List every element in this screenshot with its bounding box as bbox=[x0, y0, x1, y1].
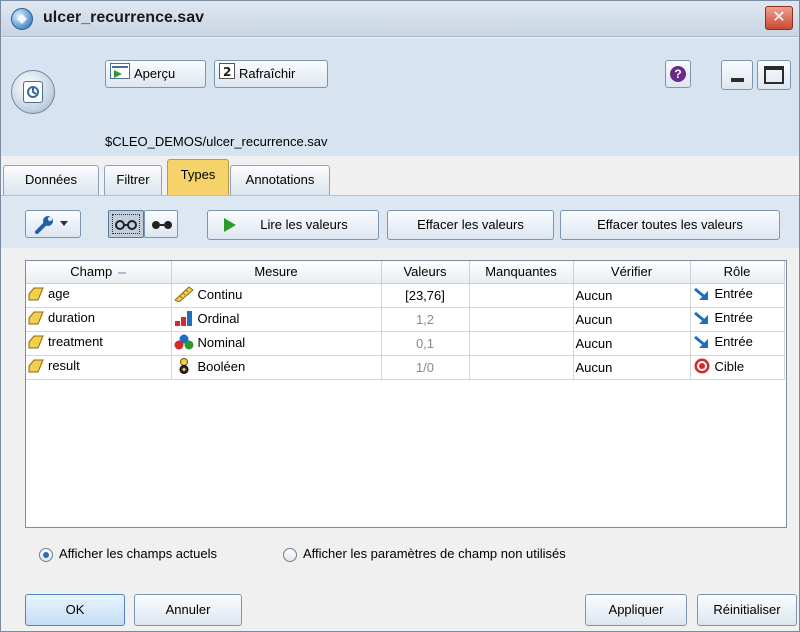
clear-values-button[interactable]: Effacer les valeurs bbox=[387, 210, 554, 240]
values-cell[interactable]: 1/0 bbox=[381, 355, 470, 380]
reset-button[interactable]: Réinitialiser bbox=[697, 594, 797, 626]
nominal-circles-icon bbox=[174, 334, 194, 353]
help-icon: ? bbox=[670, 66, 686, 82]
role-cell[interactable]: Entrée bbox=[690, 307, 785, 332]
field-diamond-icon bbox=[28, 359, 44, 376]
field-cell[interactable]: treatment bbox=[26, 331, 172, 356]
role-cell[interactable]: Entrée bbox=[690, 331, 785, 356]
maximize-button[interactable] bbox=[757, 60, 791, 90]
column-header-check[interactable]: Vérifier bbox=[573, 261, 691, 284]
field-cell[interactable]: result bbox=[26, 355, 172, 380]
wrench-icon bbox=[35, 216, 53, 234]
column-header-field[interactable]: Champ bbox=[26, 261, 172, 284]
field-diamond-icon bbox=[28, 335, 44, 352]
table-row[interactable]: treatment Nominal 0,1 Aucun Entrée bbox=[26, 331, 785, 356]
help-button[interactable]: ? bbox=[665, 60, 691, 88]
node-toolbar: Aperçu 2 Rafraîchir ? $CLEO_DEMOS/ulcer_… bbox=[1, 38, 799, 156]
measure-cell[interactable]: Continu bbox=[171, 283, 382, 308]
types-toolbar: Lire les valeurs Effacer les valeurs Eff… bbox=[1, 196, 799, 248]
flag-icon bbox=[174, 357, 194, 377]
field-diamond-icon bbox=[28, 311, 44, 328]
dialog-window: ulcer_recurrence.sav ✕ Aperçu 2 Rafraîch… bbox=[0, 0, 800, 632]
values-cell[interactable]: 1,2 bbox=[381, 307, 470, 332]
ok-button[interactable]: OK bbox=[25, 594, 125, 626]
check-cell[interactable]: Aucun bbox=[573, 307, 691, 332]
show-unused-fields-label: Afficher les paramètres de champ non uti… bbox=[303, 546, 566, 561]
source-node-icon bbox=[11, 8, 33, 30]
play-icon bbox=[224, 218, 236, 232]
show-current-fields-label: Afficher les champs actuels bbox=[59, 546, 217, 561]
preview-label: Aperçu bbox=[134, 66, 176, 81]
tab-data[interactable]: Données bbox=[3, 165, 99, 195]
values-cell[interactable]: 0,1 bbox=[381, 331, 470, 356]
field-cell[interactable]: duration bbox=[26, 307, 172, 332]
window-title: ulcer_recurrence.sav bbox=[43, 9, 204, 26]
refresh-icon: 2 bbox=[219, 62, 235, 88]
column-header-role[interactable]: Rôle bbox=[690, 261, 785, 284]
check-cell[interactable]: Aucun bbox=[573, 355, 691, 380]
show-unused-fields-option[interactable]: Afficher les paramètres de champ non uti… bbox=[283, 546, 566, 562]
cancel-button[interactable]: Annuler bbox=[134, 594, 242, 626]
missing-cell[interactable] bbox=[469, 283, 574, 308]
sort-indicator-icon bbox=[118, 271, 127, 274]
tab-annotations[interactable]: Annotations bbox=[230, 165, 330, 195]
types-panel: Lire les valeurs Effacer les valeurs Eff… bbox=[1, 195, 799, 631]
input-arrow-icon bbox=[693, 335, 711, 352]
refresh-button[interactable]: 2 Rafraîchir bbox=[214, 60, 328, 88]
view-current-fields-toggle[interactable] bbox=[108, 210, 144, 238]
svg-text:2: 2 bbox=[223, 65, 231, 79]
close-button[interactable]: ✕ bbox=[765, 6, 793, 30]
clear-all-values-button[interactable]: Effacer toutes les valeurs bbox=[560, 210, 780, 240]
table-header: Champ Mesure Valeurs Manquantes Vérifier… bbox=[26, 261, 785, 284]
maximize-icon bbox=[764, 66, 784, 84]
file-path: $CLEO_DEMOS/ulcer_recurrence.sav bbox=[105, 134, 328, 149]
types-table[interactable]: Champ Mesure Valeurs Manquantes Vérifier… bbox=[25, 260, 787, 528]
glasses-dark-icon bbox=[152, 221, 172, 229]
preview-icon bbox=[110, 62, 130, 88]
column-header-missing[interactable]: Manquantes bbox=[469, 261, 574, 284]
column-header-measure[interactable]: Mesure bbox=[171, 261, 382, 284]
minimize-button[interactable] bbox=[721, 60, 753, 90]
apply-button[interactable]: Appliquer bbox=[585, 594, 687, 626]
statistics-file-node-icon bbox=[11, 70, 55, 114]
role-cell[interactable]: Cible bbox=[690, 355, 785, 380]
tab-filter[interactable]: Filtrer bbox=[104, 165, 162, 195]
close-icon: ✕ bbox=[772, 9, 786, 26]
missing-cell[interactable] bbox=[469, 331, 574, 356]
input-arrow-icon bbox=[693, 287, 711, 304]
missing-cell[interactable] bbox=[469, 307, 574, 332]
role-cell[interactable]: Entrée bbox=[690, 283, 785, 308]
check-cell[interactable]: Aucun bbox=[573, 331, 691, 356]
measure-cell[interactable]: Nominal bbox=[171, 331, 382, 356]
minimize-icon bbox=[731, 78, 744, 82]
column-header-values[interactable]: Valeurs bbox=[381, 261, 470, 284]
measure-cell[interactable]: Booléen bbox=[171, 355, 382, 380]
table-row[interactable]: result Booléen 1/0 Aucun Cible bbox=[26, 355, 785, 380]
preview-button[interactable]: Aperçu bbox=[105, 60, 206, 88]
measure-cell[interactable]: Ordinal bbox=[171, 307, 382, 332]
read-values-label: Lire les valeurs bbox=[260, 217, 348, 232]
refresh-label: Rafraîchir bbox=[239, 66, 296, 81]
input-arrow-icon bbox=[693, 311, 711, 328]
missing-cell[interactable] bbox=[469, 355, 574, 380]
show-current-fields-option[interactable]: Afficher les champs actuels bbox=[39, 546, 217, 562]
values-cell[interactable]: [23,76] bbox=[381, 283, 470, 308]
read-values-button[interactable]: Lire les valeurs bbox=[207, 210, 379, 240]
view-unused-fields-toggle[interactable] bbox=[144, 210, 178, 238]
ruler-icon bbox=[173, 285, 194, 305]
tools-menu-button[interactable] bbox=[25, 210, 81, 238]
table-row[interactable]: age Continu [23,76] Aucun Entrée bbox=[26, 283, 785, 308]
field-cell[interactable]: age bbox=[26, 283, 172, 308]
ordinal-bars-icon bbox=[174, 310, 194, 329]
tab-types[interactable]: Types bbox=[167, 159, 229, 195]
target-icon bbox=[693, 358, 711, 377]
glasses-icon bbox=[115, 220, 137, 230]
title-bar[interactable]: ulcer_recurrence.sav ✕ bbox=[1, 1, 799, 37]
field-diamond-icon bbox=[28, 287, 44, 304]
radio-selected-icon[interactable] bbox=[39, 547, 53, 562]
radio-unselected-icon[interactable] bbox=[283, 547, 297, 562]
table-row[interactable]: duration Ordinal 1,2 Aucun Entrée bbox=[26, 307, 785, 332]
check-cell[interactable]: Aucun bbox=[573, 283, 691, 308]
chevron-down-icon bbox=[60, 221, 68, 226]
